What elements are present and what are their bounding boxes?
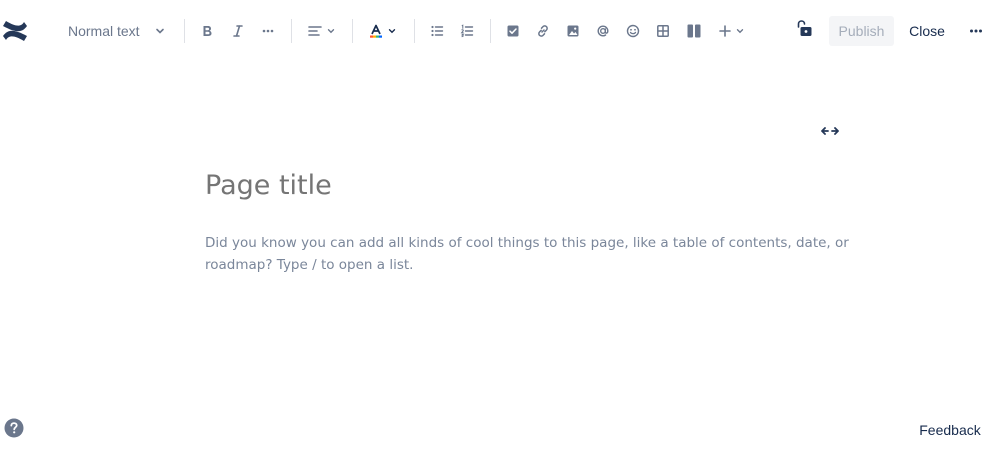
bold-icon (203, 26, 212, 36)
image-icon (567, 25, 579, 37)
bold-button[interactable] (196, 17, 218, 45)
emoji-icon (626, 24, 640, 38)
bullet-list-icon (431, 25, 444, 37)
bullet-list-button[interactable] (426, 17, 448, 45)
help-icon (4, 418, 24, 438)
numbered-list-button[interactable] (456, 17, 478, 45)
alignment-icon (307, 26, 322, 36)
toolbar-separator (352, 19, 353, 43)
text-color-dropdown[interactable] (364, 17, 400, 45)
text-style-label: Normal text (68, 23, 140, 39)
toolbar-separator (414, 19, 415, 43)
page-body-editor[interactable]: Did you know you can add all kinds of co… (205, 232, 855, 276)
editor-page: Normal text Publish Close Page title Did… (0, 0, 999, 451)
italic-button[interactable] (227, 17, 249, 45)
table-icon (657, 25, 669, 37)
mention-button[interactable] (592, 17, 614, 45)
mention-icon (597, 25, 609, 37)
insert-dropdown[interactable] (714, 17, 748, 45)
more-actions-icon (970, 29, 982, 33)
confluence-logo-icon (3, 21, 27, 41)
numbered-list-icon (460, 24, 474, 38)
more-formatting-icon (262, 29, 274, 33)
more-formatting-button[interactable] (257, 17, 279, 45)
page-title-input[interactable] (205, 166, 845, 206)
more-actions-button[interactable] (962, 17, 990, 45)
close-button[interactable]: Close (900, 16, 954, 46)
image-button[interactable] (562, 17, 584, 45)
full-width-toggle[interactable] (819, 122, 841, 140)
feedback-button[interactable]: Feedback (910, 418, 990, 442)
chevron-down-icon (388, 29, 395, 34)
italic-icon (233, 25, 243, 37)
layouts-icon (687, 24, 701, 38)
text-style-dropdown[interactable]: Normal text (60, 17, 166, 45)
layouts-button[interactable] (683, 17, 705, 45)
chevron-down-icon (155, 28, 164, 34)
toolbar-separator (291, 19, 292, 43)
restrictions-lock-icon (797, 20, 812, 36)
toolbar-separator (490, 19, 491, 43)
link-icon (538, 25, 548, 37)
publish-button[interactable]: Publish (829, 16, 894, 46)
emoji-button[interactable] (622, 17, 644, 45)
help-button[interactable] (4, 418, 24, 438)
chevron-down-icon (327, 29, 334, 34)
insert-icon (718, 25, 731, 37)
editor-toolbar: Normal text Publish Close (0, 0, 999, 60)
action-item-icon (507, 25, 519, 37)
table-button[interactable] (652, 17, 674, 45)
restrictions-button[interactable] (793, 18, 815, 40)
confluence-logo[interactable] (0, 16, 30, 46)
link-button[interactable] (532, 17, 554, 45)
alignment-dropdown[interactable] (303, 17, 339, 45)
action-item-button[interactable] (502, 17, 524, 45)
toolbar-separator (184, 19, 185, 43)
expand-width-icon (821, 127, 839, 135)
chevron-down-icon (736, 29, 743, 34)
text-color-icon (369, 24, 382, 38)
